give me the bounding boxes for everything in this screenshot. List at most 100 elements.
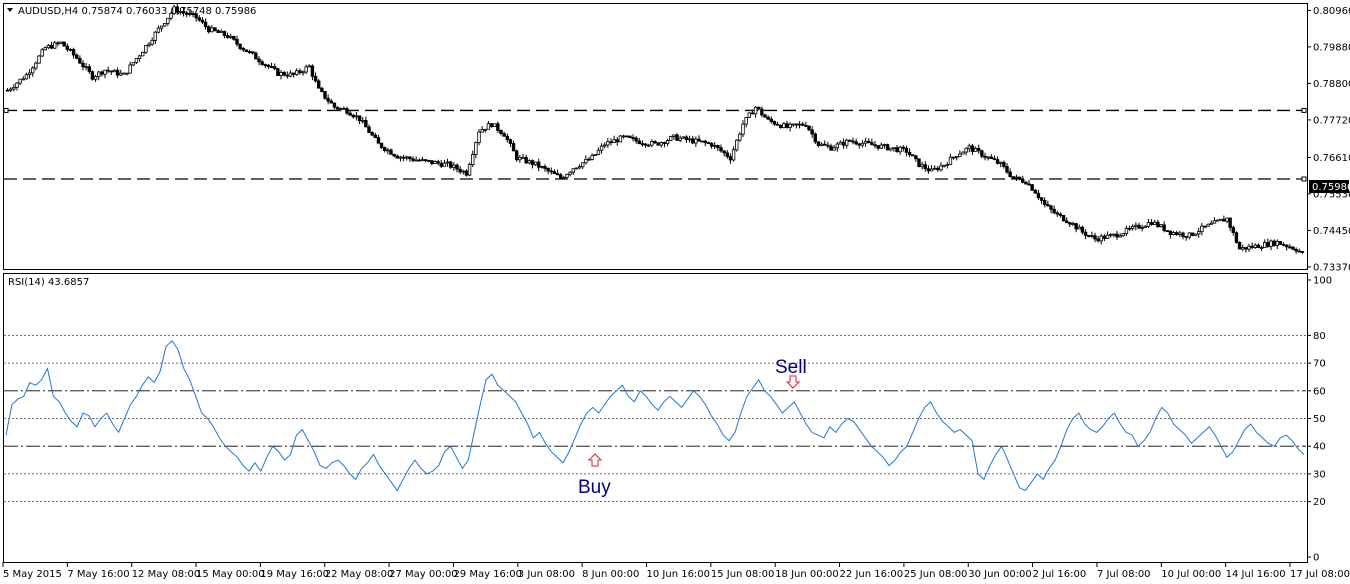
candle-body bbox=[458, 168, 462, 173]
candle-body bbox=[763, 114, 767, 118]
candle-body bbox=[71, 49, 76, 56]
candle-body bbox=[892, 147, 896, 150]
candle-body bbox=[53, 42, 57, 49]
candle-body bbox=[917, 158, 921, 168]
candle-body bbox=[540, 166, 544, 168]
candle-body bbox=[125, 72, 129, 75]
candle-body bbox=[15, 82, 19, 88]
candle-body bbox=[229, 36, 233, 38]
candle-body bbox=[958, 153, 962, 157]
candle-body bbox=[1077, 226, 1081, 230]
candle-body bbox=[461, 170, 465, 173]
candle-body bbox=[948, 156, 953, 166]
candle-body bbox=[530, 160, 535, 166]
candle-body bbox=[225, 35, 230, 38]
candle-body bbox=[1134, 224, 1138, 227]
candle-body bbox=[282, 71, 286, 76]
candle-body bbox=[1074, 223, 1078, 230]
candle-body bbox=[216, 30, 220, 33]
rsi-tick-label: 40 bbox=[1313, 442, 1326, 453]
candle-body bbox=[1212, 220, 1217, 224]
line-handle[interactable] bbox=[1301, 107, 1307, 113]
candle-body bbox=[301, 71, 305, 74]
candle-body bbox=[860, 142, 865, 146]
candle-body bbox=[750, 112, 755, 115]
candle-body bbox=[1175, 232, 1179, 235]
candle-body bbox=[210, 27, 214, 33]
candle-body bbox=[150, 40, 154, 45]
candle-body bbox=[188, 13, 192, 15]
candle-body bbox=[942, 164, 946, 167]
candle-body bbox=[1269, 240, 1273, 247]
candle-body bbox=[555, 173, 560, 176]
candle-body bbox=[291, 72, 296, 75]
time-tick-label: 22 Jun 16:00 bbox=[840, 569, 904, 580]
candle-body bbox=[923, 164, 927, 170]
candle-body bbox=[816, 141, 821, 146]
candle-body bbox=[621, 135, 626, 138]
candle-body bbox=[562, 176, 566, 179]
sell-signal-label: Sell bbox=[775, 357, 807, 378]
candle-body bbox=[694, 138, 698, 144]
candle-body bbox=[593, 154, 597, 156]
candle-body bbox=[829, 145, 833, 151]
candle-body bbox=[1099, 235, 1103, 242]
price-plot bbox=[3, 3, 1307, 254]
candle-body bbox=[603, 144, 607, 147]
candle-body bbox=[1219, 218, 1223, 221]
candle-body bbox=[1153, 221, 1157, 225]
symbol-header: AUDUSD,H4 0.75874 0.76033 0.75748 0.7598… bbox=[18, 6, 256, 17]
candle-body bbox=[1193, 233, 1198, 236]
header-dropdown-icon[interactable] bbox=[7, 8, 13, 12]
candle-body bbox=[819, 143, 824, 146]
candle-body bbox=[914, 155, 918, 160]
line-handle[interactable] bbox=[3, 107, 9, 113]
candle-body bbox=[1090, 235, 1094, 237]
time-tick-label: 22 May 08:00 bbox=[325, 569, 394, 580]
candle-body bbox=[78, 57, 82, 64]
candle-body bbox=[411, 158, 415, 161]
candle-body bbox=[493, 123, 497, 127]
candle-body bbox=[945, 164, 949, 167]
candle-body bbox=[596, 149, 601, 155]
candle-body bbox=[898, 146, 902, 153]
line-handle[interactable] bbox=[1301, 176, 1307, 182]
candle-body bbox=[681, 136, 685, 139]
rsi-header: RSI(14) 43.6857 bbox=[8, 277, 89, 288]
candle-body bbox=[835, 143, 839, 149]
candle-body bbox=[1039, 197, 1044, 201]
candle-body bbox=[1215, 219, 1220, 222]
candle-body bbox=[339, 107, 343, 110]
candle-body bbox=[467, 164, 472, 176]
candle-body bbox=[882, 144, 887, 146]
candle-body bbox=[1112, 233, 1116, 236]
candle-body bbox=[904, 147, 909, 153]
candle-body bbox=[21, 78, 25, 81]
time-tick-label: 8 Jun 00:00 bbox=[582, 569, 639, 580]
candle-body bbox=[1115, 233, 1119, 238]
candle-body bbox=[643, 143, 648, 146]
time-tick-label: 12 May 08:00 bbox=[132, 569, 201, 580]
candle-body bbox=[389, 149, 393, 155]
candle-body bbox=[511, 143, 516, 152]
candle-body bbox=[181, 11, 186, 14]
candle-body bbox=[34, 62, 38, 69]
candle-body bbox=[1036, 192, 1041, 199]
candle-body bbox=[823, 143, 827, 146]
candle-body bbox=[1184, 236, 1188, 238]
candle-body bbox=[97, 71, 101, 77]
candle-body bbox=[1253, 244, 1257, 248]
time-tick-label: 14 Jul 16:00 bbox=[1226, 569, 1286, 580]
candle-body bbox=[609, 141, 613, 144]
candle-body bbox=[335, 106, 340, 110]
candle-body bbox=[543, 166, 547, 169]
candle-body bbox=[1105, 234, 1110, 239]
candle-body bbox=[1291, 246, 1295, 250]
rsi-panel-frame bbox=[3, 273, 1308, 563]
candle-body bbox=[628, 135, 632, 138]
candle-body bbox=[791, 123, 795, 126]
candle-body bbox=[65, 45, 69, 50]
candle-body bbox=[885, 144, 890, 151]
candle-body bbox=[433, 161, 437, 164]
candle-body bbox=[533, 161, 538, 166]
